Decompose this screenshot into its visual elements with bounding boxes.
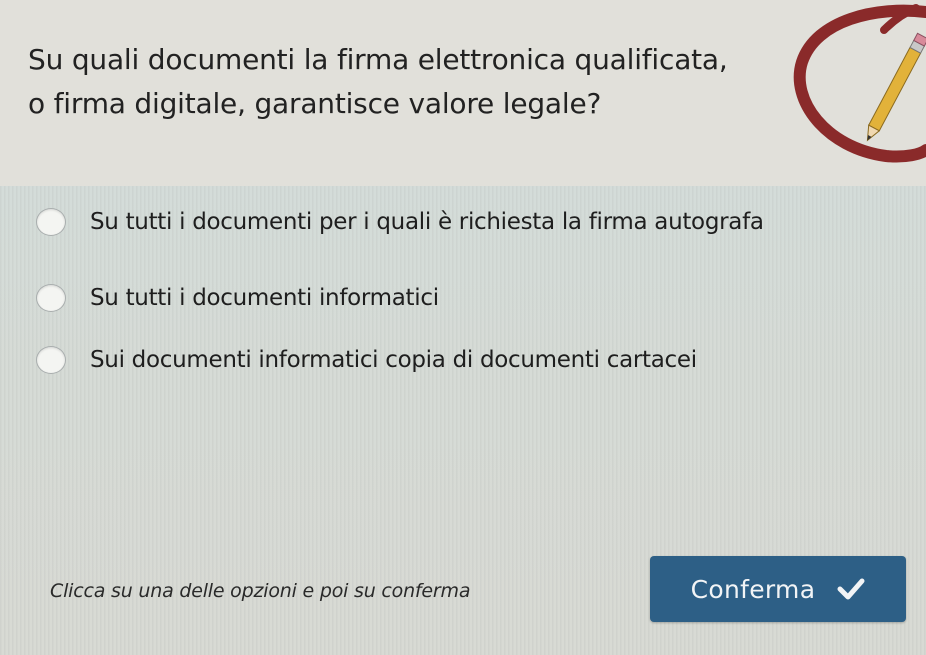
confirm-button[interactable]: Conferma: [650, 556, 906, 622]
question-line-2: o firma digitale, garantisce valore lega…: [28, 87, 602, 120]
confirm-button-label: Conferma: [690, 574, 816, 604]
answer-option-2-label: Su tutti i documenti informatici: [90, 285, 439, 311]
question-line-1: Su quali documenti la firma elettronica …: [28, 43, 728, 76]
check-icon: [837, 578, 865, 600]
answer-option-2[interactable]: Su tutti i documenti informatici: [36, 278, 439, 318]
question-header: Su quali documenti la firma elettronica …: [0, 0, 926, 186]
radio-button-1[interactable]: [36, 208, 66, 236]
answer-option-3-label: Sui documenti informatici copia di docum…: [90, 347, 697, 373]
answer-option-1-label: Su tutti i documenti per i quali è richi…: [90, 209, 764, 235]
answer-option-3[interactable]: Sui documenti informatici copia di docum…: [36, 340, 697, 380]
radio-button-2[interactable]: [36, 284, 66, 312]
quiz-page: Su quali documenti la firma elettronica …: [0, 0, 926, 655]
radio-button-3[interactable]: [36, 346, 66, 374]
instruction-hint: Clicca su una delle opzioni e poi su con…: [50, 580, 471, 602]
answer-option-1[interactable]: Su tutti i documenti per i quali è richi…: [36, 202, 764, 242]
question-text: Su quali documenti la firma elettronica …: [28, 38, 788, 126]
pencil-icon: [793, 4, 926, 163]
